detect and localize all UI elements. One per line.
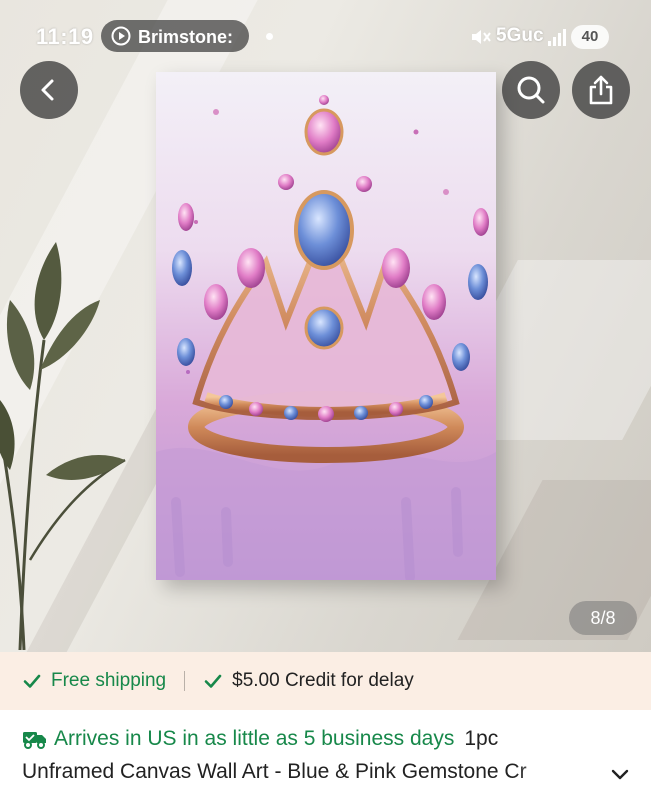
back-arrow-icon xyxy=(41,79,54,101)
share-icon xyxy=(589,75,613,105)
signal-icon xyxy=(548,29,566,46)
back-button[interactable] xyxy=(20,61,78,119)
check-icon xyxy=(23,674,41,688)
media-pill[interactable]: Brimstone: xyxy=(101,20,249,52)
network-label: 5Guc xyxy=(496,25,544,46)
search-icon xyxy=(517,76,545,104)
play-circle-icon xyxy=(111,26,131,46)
quantity-label: 1pc xyxy=(464,727,499,750)
image-counter: 8/8 xyxy=(569,601,637,635)
free-shipping-label: Free shipping xyxy=(51,670,167,691)
delay-credit: $5.00 Credit for delay xyxy=(203,670,414,692)
product-details: Arrives in US in as little as 5 business… xyxy=(0,710,651,800)
separator xyxy=(184,671,186,691)
search-button[interactable] xyxy=(502,61,560,119)
delay-credit-label: $5.00 Credit for delay xyxy=(232,670,414,691)
status-bar: 11:19 Brimstone: 5Guc 40 xyxy=(0,0,651,72)
check-icon xyxy=(204,674,222,688)
battery-indicator: 40 xyxy=(571,25,609,49)
arrives-label: Arrives in US in as little as 5 business… xyxy=(54,727,455,750)
canvas-artwork xyxy=(156,72,496,582)
free-shipping: Free shipping xyxy=(22,670,166,692)
delivery-estimate: Arrives in US in as little as 5 business… xyxy=(22,727,498,751)
shipping-banner[interactable]: Free shipping $5.00 Credit for delay xyxy=(0,652,651,710)
plant-decoration xyxy=(0,242,126,650)
media-label: Brimstone: xyxy=(138,27,234,47)
mute-icon xyxy=(472,30,491,44)
product-title[interactable]: Unframed Canvas Wall Art - Blue & Pink G… xyxy=(22,760,582,784)
chevron-down-icon[interactable] xyxy=(608,762,632,786)
notification-dot xyxy=(266,33,273,40)
share-button[interactable] xyxy=(572,61,630,119)
delivery-truck-icon xyxy=(23,732,46,749)
status-time: 11:19 xyxy=(36,24,94,49)
